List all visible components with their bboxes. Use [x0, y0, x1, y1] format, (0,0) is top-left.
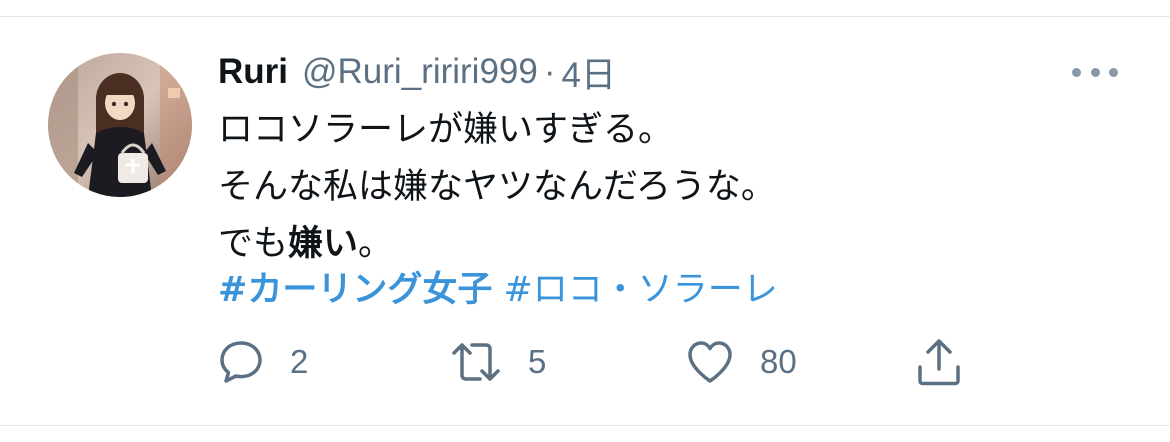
- avatar[interactable]: [48, 53, 192, 197]
- tweet-header: Ruri @Ruri_ririri999 · 4日: [218, 48, 616, 96]
- tweet-line-text: 。: [358, 224, 394, 264]
- user-handle[interactable]: @Ruri_ririri999: [302, 52, 538, 92]
- retweet-icon: [452, 343, 500, 381]
- top-divider: [0, 16, 1170, 17]
- display-name[interactable]: Ruri: [218, 52, 288, 92]
- more-options-button[interactable]: [1072, 64, 1118, 80]
- more-icon-dot: [1109, 67, 1118, 77]
- avatar-image: [48, 53, 192, 197]
- more-icon-dot: [1090, 67, 1100, 77]
- share-icon: [918, 339, 960, 386]
- hashtag-link[interactable]: #ロコ・ソラーレ: [503, 270, 777, 310]
- share-button[interactable]: [916, 332, 962, 392]
- tweet-line-bold-text: 嫌い: [288, 224, 359, 264]
- retweet-button[interactable]: 5: [450, 332, 546, 392]
- tweet-text: ロコソラーレが嫌いすぎる。 そんな私は嫌なヤツなんだろうな。 でも嫌い。: [218, 102, 1118, 273]
- heart-icon: [688, 341, 732, 383]
- more-icon-dot: [1072, 67, 1081, 77]
- tweet-line: ロコソラーレが嫌いすぎる。: [218, 110, 674, 150]
- timestamp[interactable]: 4日: [562, 47, 616, 98]
- separator-dot: ·: [543, 52, 556, 91]
- reply-count: 2: [290, 343, 309, 380]
- reply-button[interactable]: 2: [218, 332, 308, 392]
- hashtag-link[interactable]: #カーリング女子: [218, 270, 492, 310]
- hashtags: #カーリング女子 #ロコ・ソラーレ: [218, 262, 778, 319]
- retweet-count: 5: [528, 343, 547, 380]
- like-count: 80: [760, 343, 797, 380]
- tweet-line-text: でも: [218, 224, 289, 264]
- reply-icon: [220, 341, 262, 383]
- bottom-divider: [0, 425, 1170, 426]
- like-button[interactable]: 80: [686, 332, 797, 392]
- tweet-actions: 2 5 80: [0, 332, 1170, 392]
- tweet-line: そんな私は嫌なヤツなんだろうな。: [218, 167, 776, 207]
